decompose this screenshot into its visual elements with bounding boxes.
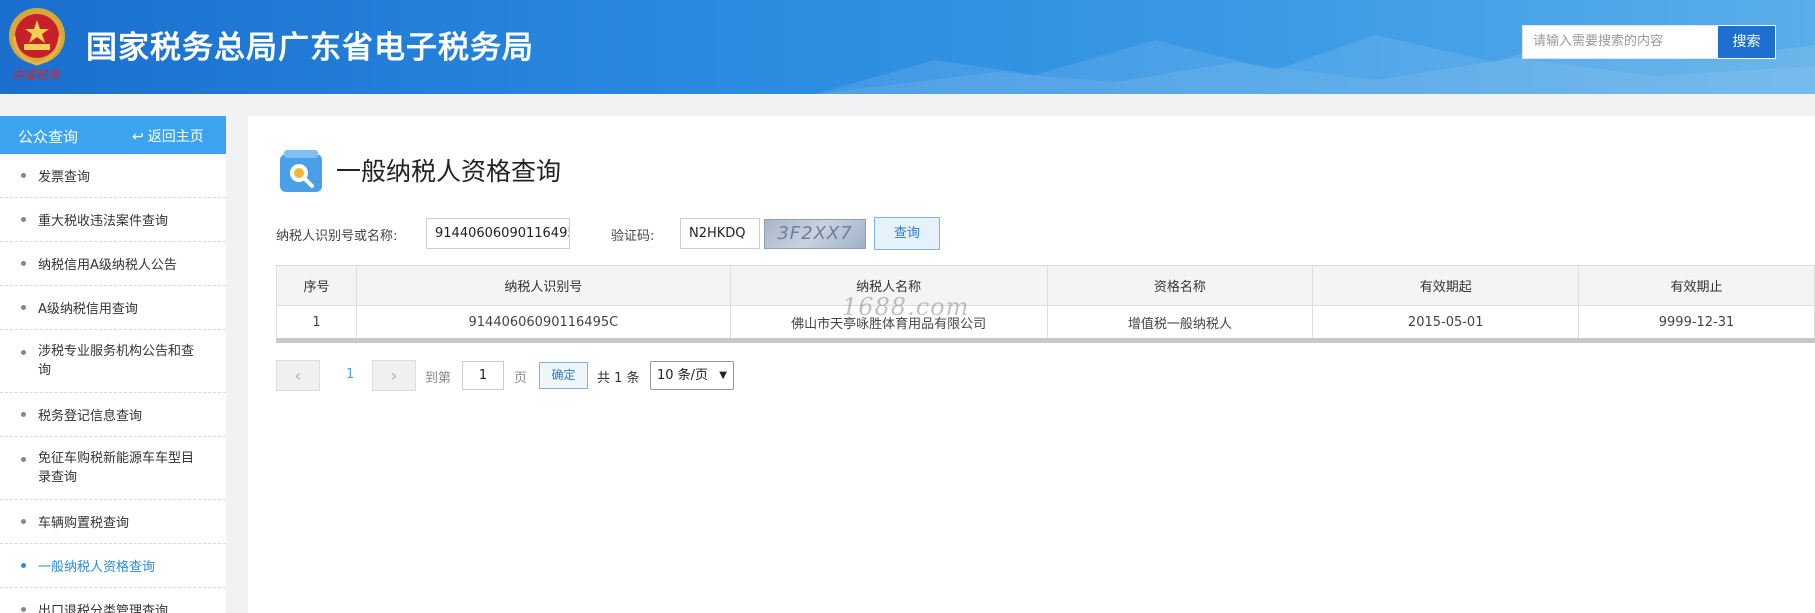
page-size-value: 10 条/页 [657, 368, 709, 383]
cell-valid-from: 2015-05-01 [1312, 305, 1580, 339]
col-header-valid-to: 有效期止 [1578, 265, 1815, 306]
goto-label: 到第 [425, 371, 452, 386]
bullet-icon [21, 457, 26, 462]
next-page-button[interactable]: › [372, 360, 416, 391]
cell-valid-to: 9999-12-31 [1578, 305, 1815, 339]
sidebar-item-label: 发票查询 [38, 170, 91, 185]
goto-page-input[interactable]: 1 [462, 361, 504, 390]
bullet-icon [21, 412, 26, 417]
page-title: 一般纳税人资格查询 [336, 157, 562, 186]
captcha-image[interactable]: 3F2XX7 [764, 219, 866, 249]
sidebar-item-credit-a-notice[interactable]: 纳税信用A级纳税人公告 [0, 242, 226, 286]
sidebar-header: 公众查询 ↩ 返回主页 [0, 116, 226, 154]
bullet-icon [21, 607, 26, 612]
bullet-icon [21, 261, 26, 266]
bullet-icon [21, 217, 26, 222]
search-input[interactable]: 请输入需要搜索的内容 [1522, 25, 1718, 59]
search-button[interactable]: 搜索 [1717, 25, 1776, 59]
sidebar-item-registration[interactable]: 税务登记信息查询 [0, 393, 226, 437]
cell-taxpayer-id: 91440606090116495C [355, 305, 731, 339]
sidebar-title: 公众查询 [18, 128, 79, 146]
col-header-index: 序号 [276, 265, 357, 306]
query-button[interactable]: 查询 [874, 217, 940, 250]
sidebar-item-ev-catalog[interactable]: 免征车购税新能源车车型目录查询 [0, 437, 226, 500]
captcha-input[interactable]: N2HKDQ [680, 218, 760, 249]
sidebar-item-label: 纳税信用A级纳税人公告 [38, 258, 177, 273]
bullet-icon [21, 305, 26, 310]
page-unit-label: 页 [514, 371, 528, 386]
chevron-down-icon: ▼ [719, 370, 727, 381]
table-row: 1 91440606090116495C 佛山市天亭咏胜体育用品有限公司 增值税… [276, 305, 1815, 339]
sidebar-item-violation-cases[interactable]: 重大税收违法案件查询 [0, 198, 226, 242]
captcha-label: 验证码: [611, 229, 655, 244]
sidebar-item-general-taxpayer[interactable]: 一般纳税人资格查询 [0, 544, 226, 588]
sidebar-item-credit-a-query[interactable]: A级纳税信用查询 [0, 286, 226, 330]
sidebar-item-label: A级纳税信用查询 [38, 302, 138, 317]
sidebar-item-label: 车辆购置税查询 [38, 516, 130, 531]
cell-index: 1 [276, 305, 357, 339]
bullet-icon [21, 519, 26, 524]
page-size-select[interactable]: 10 条/页 ▼ [650, 361, 734, 390]
bullet-icon [21, 350, 26, 355]
search-doc-icon [280, 150, 322, 192]
sidebar-item-vehicle-tax[interactable]: 车辆购置税查询 [0, 500, 226, 544]
sidebar-item-invoice[interactable]: 发票查询 [0, 154, 226, 198]
sidebar-item-label: 重大税收违法案件查询 [38, 214, 169, 229]
current-page-number[interactable]: 1 [346, 367, 354, 382]
taxpayer-label: 纳税人识别号或名称: [276, 229, 398, 244]
result-table: 序号 纳税人识别号 纳税人名称 资格名称 有效期起 有效期止 1 9144060… [276, 265, 1815, 339]
sidebar-item-label: 税务登记信息查询 [38, 409, 143, 424]
horizontal-scrollbar[interactable] [276, 338, 1815, 343]
taxpayer-id-input[interactable]: 91440606090116495C [426, 218, 570, 249]
bullet-icon [21, 563, 26, 568]
bullet-icon [21, 173, 26, 178]
watermark: 1688.com [842, 293, 970, 321]
back-arrow-icon: ↩ [132, 129, 144, 145]
sidebar-item-label: 免征车购税新能源车车型目录查询 [38, 451, 195, 485]
emblem-caption: 中国税务 [12, 68, 61, 82]
table-header-row: 序号 纳税人识别号 纳税人名称 资格名称 有效期起 有效期止 [276, 265, 1815, 306]
prev-page-button[interactable]: ‹ [276, 360, 320, 391]
col-header-valid-from: 有效期起 [1312, 265, 1580, 306]
sidebar-item-label: 涉税专业服务机构公告和查询 [38, 344, 195, 378]
sidebar-item-label: 一般纳税人资格查询 [38, 560, 156, 575]
cell-qualification: 增值税一般纳税人 [1046, 305, 1314, 339]
goto-confirm-button[interactable]: 确定 [539, 362, 588, 389]
back-home-link[interactable]: ↩ 返回主页 [132, 126, 204, 146]
sidebar: 公众查询 ↩ 返回主页 发票查询 重大税收违法案件查询 纳税信用A级纳税人公告 A… [0, 116, 226, 613]
col-header-qualification: 资格名称 [1046, 265, 1314, 306]
sidebar-item-label: 出口退税分类管理查询 [38, 604, 169, 613]
site-header: 中国税务 国家税务总局广东省电子税务局 请输入需要搜索的内容 搜索 [0, 0, 1815, 94]
sidebar-item-export-refund[interactable]: 出口退税分类管理查询 [0, 588, 226, 613]
site-title: 国家税务总局广东省电子税务局 [86, 30, 534, 66]
main-panel: 一般纳税人资格查询 纳税人识别号或名称: 91440606090116495C … [248, 116, 1815, 613]
sidebar-item-service-agencies[interactable]: 涉税专业服务机构公告和查询 [0, 330, 226, 393]
col-header-taxpayer-id: 纳税人识别号 [355, 265, 731, 306]
total-count: 共 1 条 [597, 371, 640, 386]
back-home-label: 返回主页 [147, 129, 204, 145]
